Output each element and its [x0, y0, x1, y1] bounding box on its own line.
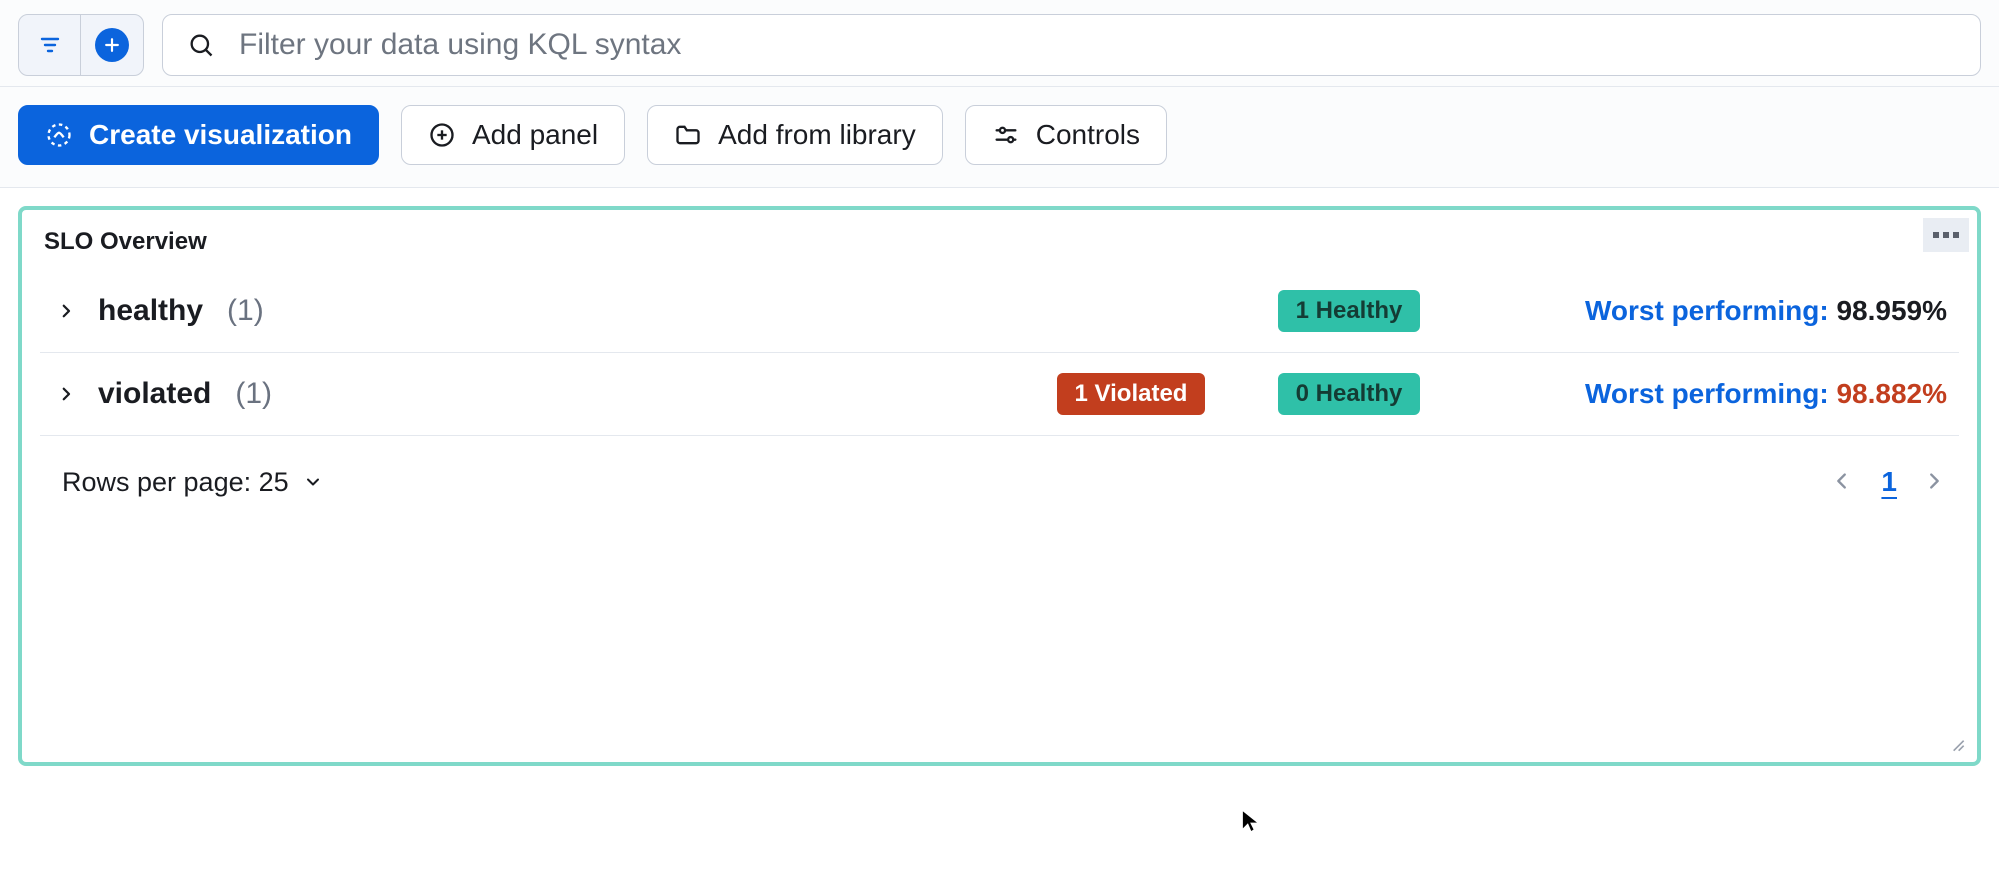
row-count: (1)	[235, 377, 272, 411]
filter-toggle-button[interactable]	[19, 15, 81, 75]
worst-value: 98.959%	[1836, 295, 1947, 326]
dashboard-canvas: SLO Overview healthy (1) 1 Healthy Worst…	[0, 188, 1999, 766]
pagination: 1	[1831, 466, 1947, 498]
healthy-badge-slot: 1 Healthy	[1249, 290, 1449, 332]
worst-label: Worst performing:	[1585, 378, 1836, 409]
plus-circle-outline-icon	[428, 121, 456, 149]
kql-search-box[interactable]	[162, 14, 1981, 76]
search-icon	[187, 31, 215, 59]
panel-title: SLO Overview	[40, 220, 1959, 270]
chevron-down-icon	[303, 472, 323, 492]
chevron-right-icon	[1923, 470, 1945, 492]
rows-per-page-label: Rows per page: 25	[62, 467, 289, 498]
prev-page-button[interactable]	[1831, 470, 1855, 494]
rows-per-page-selector[interactable]: Rows per page: 25	[62, 467, 323, 498]
chevron-right-icon	[57, 302, 75, 320]
add-from-library-button[interactable]: Add from library	[647, 105, 943, 165]
panel-options-button[interactable]	[1923, 218, 1969, 252]
sliders-icon	[992, 121, 1020, 149]
chevron-left-icon	[1831, 470, 1853, 492]
add-panel-label: Add panel	[472, 119, 598, 151]
worst-value: 98.882%	[1836, 378, 1947, 409]
controls-button[interactable]: Controls	[965, 105, 1167, 165]
worst-label: Worst performing:	[1585, 295, 1836, 326]
folder-icon	[674, 121, 702, 149]
mouse-cursor	[1238, 808, 1264, 834]
kql-search-input[interactable]	[237, 27, 1956, 63]
expand-row-toggle[interactable]	[52, 380, 80, 408]
violated-badge: 1 Violated	[1057, 373, 1206, 415]
current-page[interactable]: 1	[1881, 466, 1897, 498]
dashboard-toolbar: Create visualization Add panel Add from …	[0, 87, 1999, 188]
panel-resize-handle[interactable]	[1947, 734, 1967, 754]
row-count: (1)	[227, 294, 264, 328]
add-panel-button[interactable]: Add panel	[401, 105, 625, 165]
create-visualization-button[interactable]: Create visualization	[18, 105, 379, 165]
violated-badge-slot: 1 Violated	[1031, 373, 1231, 415]
row-name: healthy	[98, 294, 203, 328]
table-row: healthy (1) 1 Healthy Worst performing: …	[40, 270, 1959, 353]
add-from-library-label: Add from library	[718, 119, 916, 151]
cursor-icon	[1238, 808, 1264, 834]
create-visualization-label: Create visualization	[89, 119, 352, 151]
add-filter-button[interactable]	[81, 15, 143, 75]
filter-button-group	[18, 14, 144, 76]
resize-icon	[1947, 734, 1967, 754]
chevron-right-icon	[57, 385, 75, 403]
table-row: violated (1) 1 Violated 0 Healthy Worst …	[40, 353, 1959, 436]
worst-performing: Worst performing: 98.882%	[1467, 378, 1947, 410]
worst-performing: Worst performing: 98.959%	[1467, 295, 1947, 327]
filter-icon	[38, 33, 62, 57]
ellipsis-icon	[1933, 232, 1959, 238]
healthy-badge: 1 Healthy	[1278, 290, 1421, 332]
expand-row-toggle[interactable]	[52, 297, 80, 325]
query-bar	[0, 0, 1999, 87]
healthy-badge-slot: 0 Healthy	[1249, 373, 1449, 415]
healthy-badge: 0 Healthy	[1278, 373, 1421, 415]
controls-label: Controls	[1036, 119, 1140, 151]
slo-overview-panel: SLO Overview healthy (1) 1 Healthy Worst…	[18, 206, 1981, 766]
lens-icon	[45, 121, 73, 149]
next-page-button[interactable]	[1923, 470, 1947, 494]
plus-circle-icon	[95, 28, 129, 62]
row-name: violated	[98, 377, 211, 411]
table-footer: Rows per page: 25 1	[40, 436, 1959, 498]
